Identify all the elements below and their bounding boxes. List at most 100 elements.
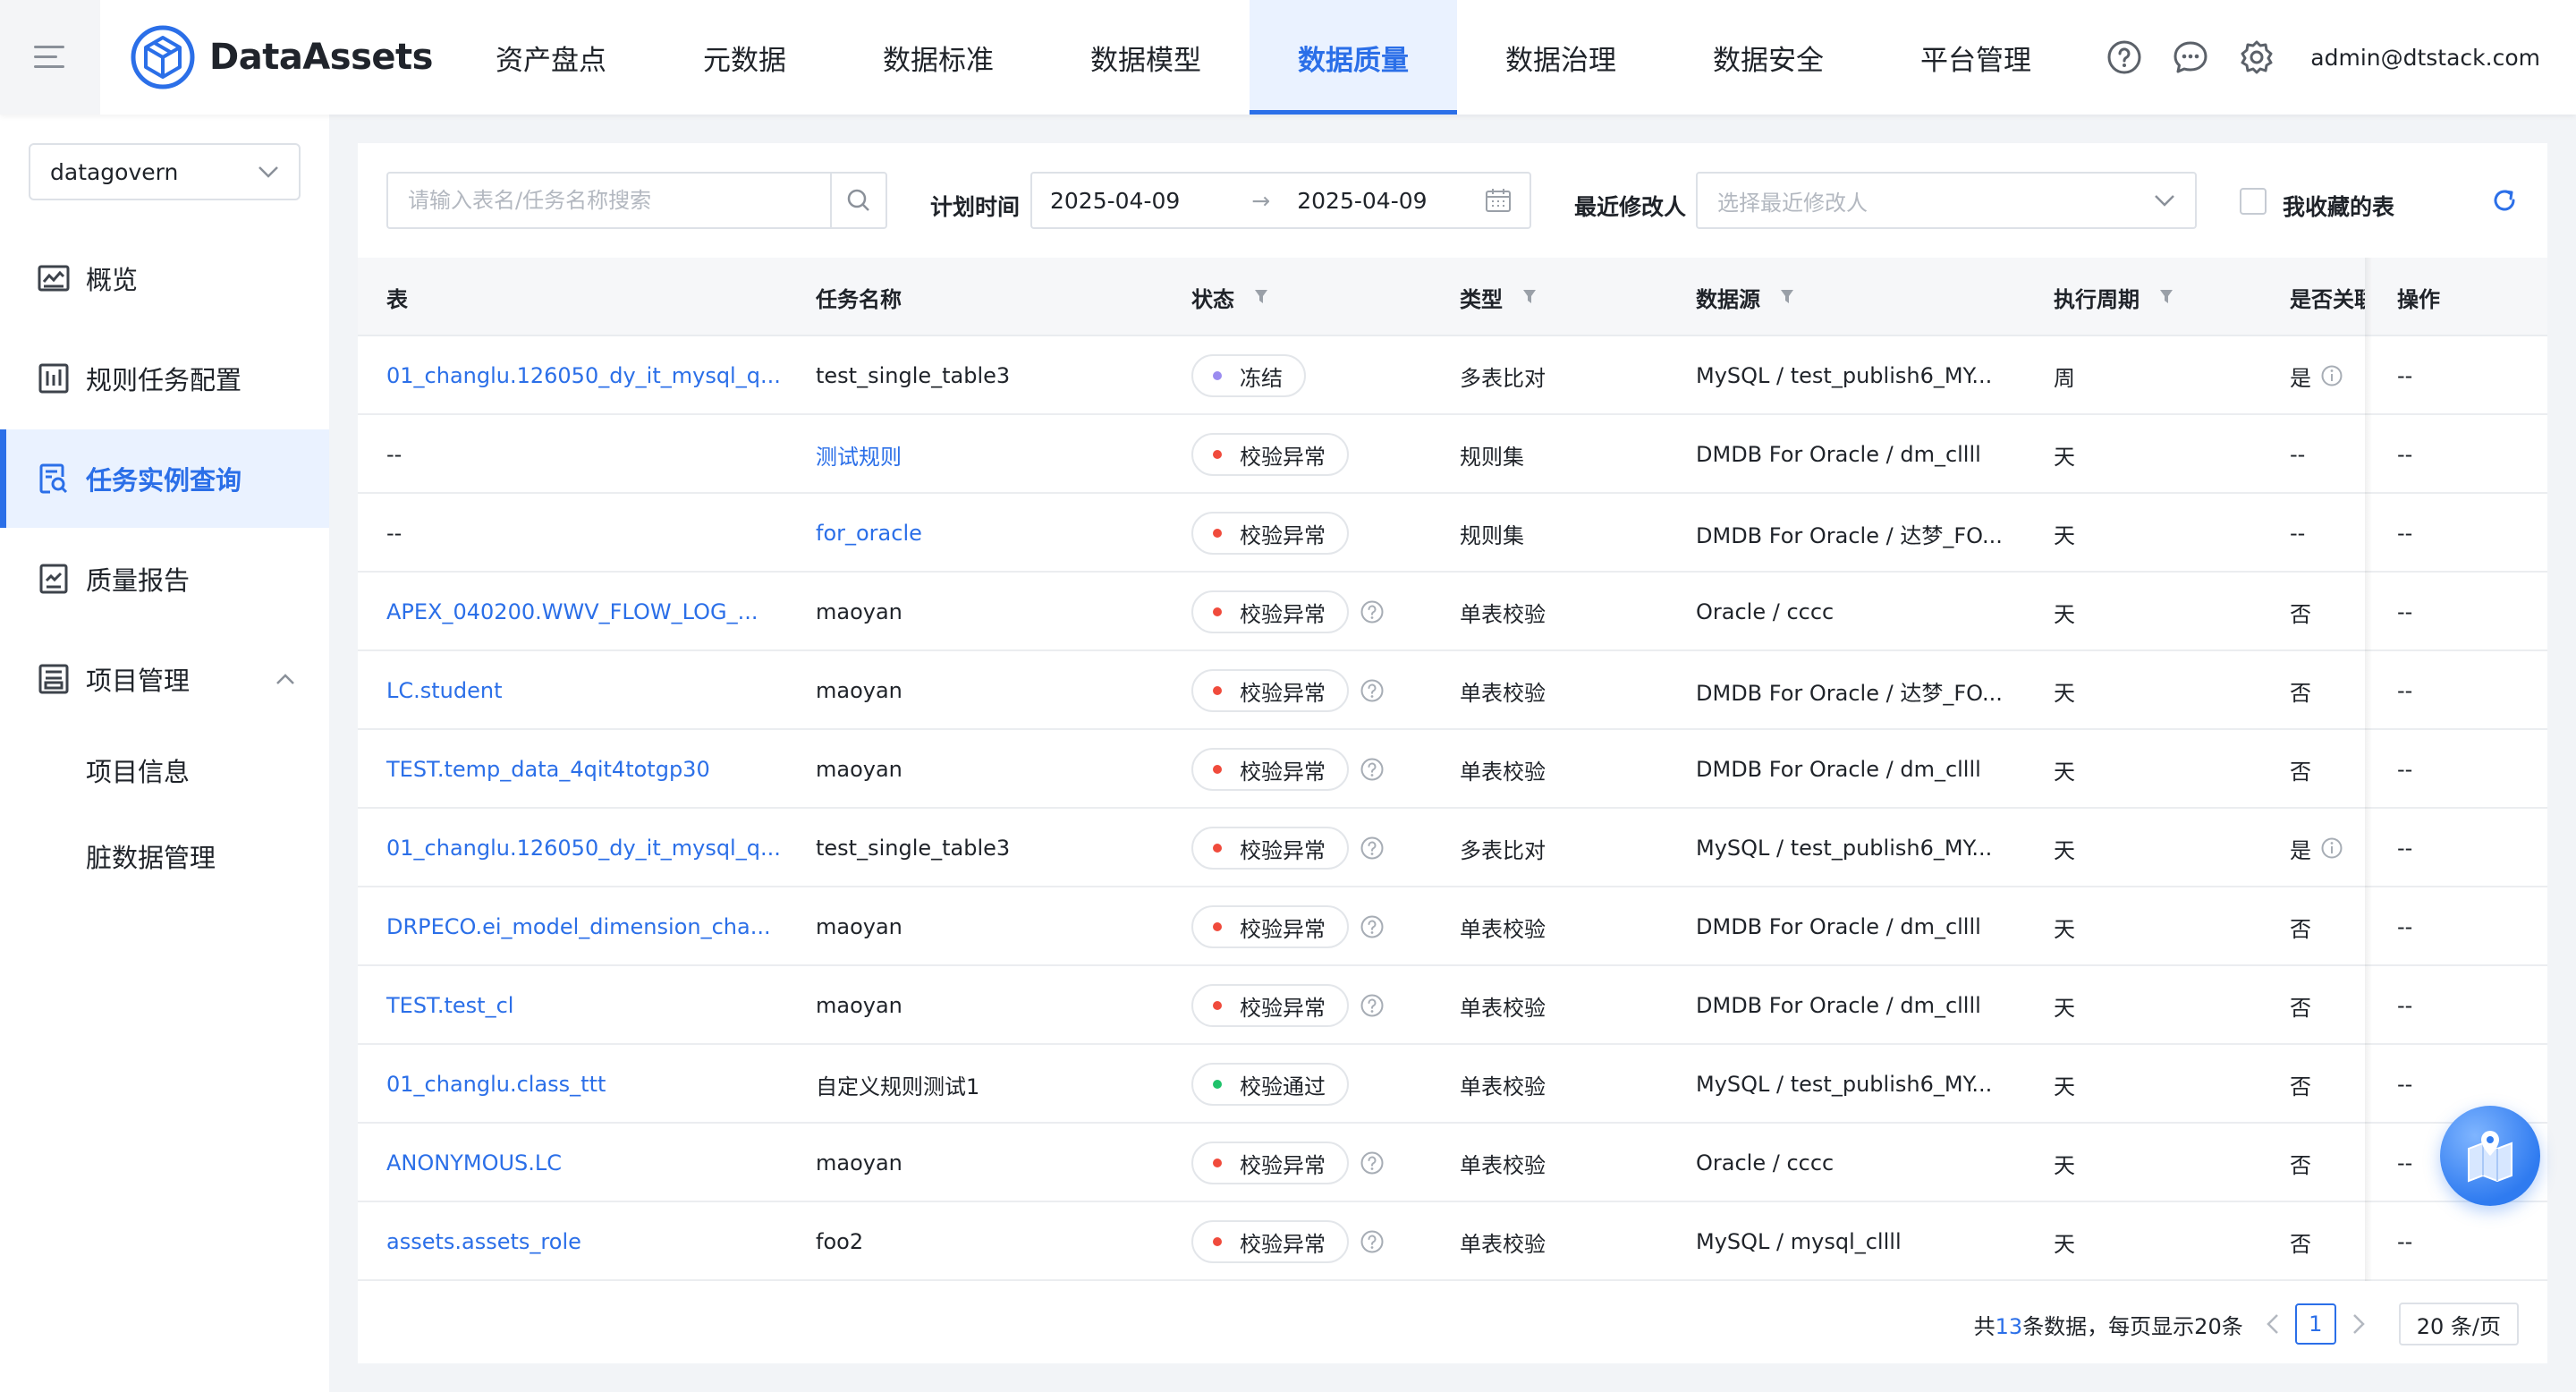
page-size-select[interactable]: 20 条/页 xyxy=(2398,1303,2519,1345)
modifier-placeholder: 选择最近修改人 xyxy=(1717,190,1868,216)
nav-metadata[interactable]: 元数据 xyxy=(655,0,835,115)
table-name-cell[interactable]: 01_changlu.126050_dy_it_mysql_q... xyxy=(386,336,781,415)
sidebar-item-rule-config[interactable]: 规则任务配置 xyxy=(0,329,329,428)
sidebar-item-overview[interactable]: 概览 xyxy=(0,229,329,327)
help-circle-icon[interactable] xyxy=(1360,1150,1385,1176)
sidebar-item-quality-report[interactable]: 质量报告 xyxy=(0,530,329,628)
help-circle-icon[interactable] xyxy=(1360,914,1385,939)
status-cell: 校验异常 xyxy=(1191,1124,1385,1202)
table-row[interactable]: TEST.temp_data_4qit4totgp30 maoyan 校验异常 单表校… xyxy=(358,730,2547,809)
next-page-button[interactable] xyxy=(2352,1313,2365,1335)
prev-page-button[interactable] xyxy=(2266,1313,2279,1335)
help-circle-icon[interactable] xyxy=(1360,993,1385,1018)
sidebar-item-label: 概览 xyxy=(86,265,139,295)
page-number-current[interactable]: 1 xyxy=(2294,1303,2336,1345)
task-name-cell[interactable]: 测试规则 xyxy=(816,415,902,494)
filter-icon[interactable] xyxy=(1522,289,1537,305)
table-name-cell[interactable]: DRPECO.ei_model_dimension_cha... xyxy=(386,887,771,966)
help-circle-icon[interactable] xyxy=(1360,678,1385,703)
menu-toggle-button[interactable] xyxy=(0,0,100,115)
table-name-cell[interactable]: 01_changlu.126050_dy_it_mysql_q... xyxy=(386,809,781,887)
date-start[interactable]: 2025-04-09 xyxy=(1050,188,1180,214)
table-name-cell[interactable]: LC.student xyxy=(386,651,503,730)
filter-icon[interactable] xyxy=(1780,289,1794,305)
table-name-cell: -- xyxy=(386,442,402,467)
task-name-cell: maoyan xyxy=(816,757,902,782)
related-cell: -- xyxy=(2290,415,2305,494)
table-row[interactable]: LC.student maoyan 校验异常 单表校验 DMDB For Oracle … xyxy=(358,651,2547,730)
related-value: -- xyxy=(2290,521,2306,546)
search-button[interactable] xyxy=(830,174,886,227)
type-cell: 单表校验 xyxy=(1460,759,1546,785)
table-row[interactable]: -- 测试规则 校验异常 规则集 DMDB For Oracle / dm_cllll 天… xyxy=(358,415,2547,494)
sidebar-subitem-project-info[interactable]: 项目信息 xyxy=(86,751,190,789)
nav-asset-inventory[interactable]: 资产盘点 xyxy=(447,0,655,115)
help-icon[interactable] xyxy=(2106,39,2142,75)
table-name-cell[interactable]: TEST.temp_data_4qit4totgp30 xyxy=(386,730,710,809)
message-icon[interactable] xyxy=(2173,39,2208,75)
related-cell: 否 xyxy=(2290,966,2311,1045)
user-account[interactable]: admin@dtstack.com xyxy=(2310,45,2540,71)
nav-platform-management[interactable]: 平台管理 xyxy=(1872,0,2080,115)
table-row[interactable]: 01_changlu.126050_dy_it_mysql_q... test_s… xyxy=(358,336,2547,415)
status-badge: 校验异常 xyxy=(1191,590,1349,633)
table-name-cell[interactable]: TEST.test_cl xyxy=(386,966,513,1045)
status-badge: 校验通过 xyxy=(1191,1063,1349,1106)
nav-data-security[interactable]: 数据安全 xyxy=(1665,0,1872,115)
table-row[interactable]: ANONYMOUS.LC maoyan 校验异常 单表校验 Oracle / cccc 天… xyxy=(358,1124,2547,1202)
info-icon[interactable] xyxy=(2320,364,2343,387)
info-icon[interactable] xyxy=(2320,836,2343,860)
table-row[interactable]: APEX_040200.WWV_FLOW_LOG_... maoyan 校验异常 单表… xyxy=(358,573,2547,651)
sidebar-subitem-dirty-data[interactable]: 脏数据管理 xyxy=(86,837,216,875)
settings-gear-icon[interactable] xyxy=(2239,39,2275,75)
task-name-cell[interactable]: for_oracle xyxy=(816,494,922,573)
help-circle-icon[interactable] xyxy=(1360,757,1385,782)
refresh-icon[interactable] xyxy=(2490,186,2519,215)
column-header-datasource: 数据源 xyxy=(1696,258,1794,336)
table-row[interactable]: 01_changlu.class_ttt 自定义规则测试1 校验通过 单表校验 MySQ… xyxy=(358,1045,2547,1124)
nav-data-model[interactable]: 数据模型 xyxy=(1042,0,1250,115)
datasource-cell: DMDB For Oracle / 达梦_FO... xyxy=(1696,522,2003,548)
sidebar-item-project-management[interactable]: 项目管理 xyxy=(0,630,329,728)
table-row[interactable]: -- for_oracle 校验异常 规则集 DMDB For Oracle / 达梦_… xyxy=(358,494,2547,573)
date-end[interactable]: 2025-04-09 xyxy=(1297,188,1427,214)
status-cell: 校验异常 xyxy=(1191,415,1349,494)
search-input[interactable] xyxy=(388,174,830,227)
table-name-cell[interactable]: assets.assets_role xyxy=(386,1202,581,1281)
table-row[interactable]: DRPECO.ei_model_dimension_cha... maoyan 校验… xyxy=(358,887,2547,966)
help-circle-icon[interactable] xyxy=(1360,1229,1385,1254)
table-row[interactable]: TEST.test_cl maoyan 校验异常 单表校验 DMDB For Oracl… xyxy=(358,966,2547,1045)
date-range-picker[interactable]: 2025-04-09 → 2025-04-09 xyxy=(1030,172,1531,229)
table-row[interactable]: assets.assets_role foo2 校验异常 单表校验 MySQL / my… xyxy=(358,1202,2547,1281)
type-cell: 单表校验 xyxy=(1460,601,1546,627)
project-select[interactable]: datagovern xyxy=(29,143,301,200)
instance-search-icon xyxy=(39,463,68,494)
nav-data-governance[interactable]: 数据治理 xyxy=(1457,0,1665,115)
fixed-column-divider xyxy=(2365,258,2372,1281)
table-row[interactable]: 01_changlu.126050_dy_it_mysql_q... test_s… xyxy=(358,809,2547,887)
status-dot xyxy=(1213,844,1222,853)
status-label: 校验异常 xyxy=(1240,1152,1326,1178)
related-cell: 否 xyxy=(2290,1202,2311,1281)
nav-data-quality[interactable]: 数据质量 xyxy=(1250,0,1457,115)
status-badge: 冻结 xyxy=(1191,354,1306,397)
task-name-cell: test_single_table3 xyxy=(816,836,1011,861)
app-logo[interactable]: DataAssets xyxy=(131,25,433,89)
related-value: 否 xyxy=(2290,1074,2311,1099)
filter-icon[interactable] xyxy=(2159,289,2174,305)
status-dot xyxy=(1213,607,1222,616)
filter-icon[interactable] xyxy=(1254,289,1268,305)
table-name-cell[interactable]: APEX_040200.WWV_FLOW_LOG_... xyxy=(386,573,758,651)
table-name-cell[interactable]: 01_changlu.class_ttt xyxy=(386,1045,606,1124)
status-cell: 校验异常 xyxy=(1191,651,1385,730)
sidebar-item-instance-query[interactable]: 任务实例查询 xyxy=(0,429,329,528)
help-circle-icon[interactable] xyxy=(1360,836,1385,861)
favorites-label[interactable]: 我收藏的表 xyxy=(2283,190,2394,222)
modifier-select[interactable]: 选择最近修改人 xyxy=(1696,172,2197,229)
table-name-cell[interactable]: ANONYMOUS.LC xyxy=(386,1124,562,1202)
favorites-checkbox[interactable] xyxy=(2240,188,2267,215)
actions-cell: -- xyxy=(2397,442,2413,467)
nav-data-standard[interactable]: 数据标准 xyxy=(835,0,1042,115)
floating-guide-button[interactable] xyxy=(2440,1106,2540,1206)
help-circle-icon[interactable] xyxy=(1360,599,1385,624)
